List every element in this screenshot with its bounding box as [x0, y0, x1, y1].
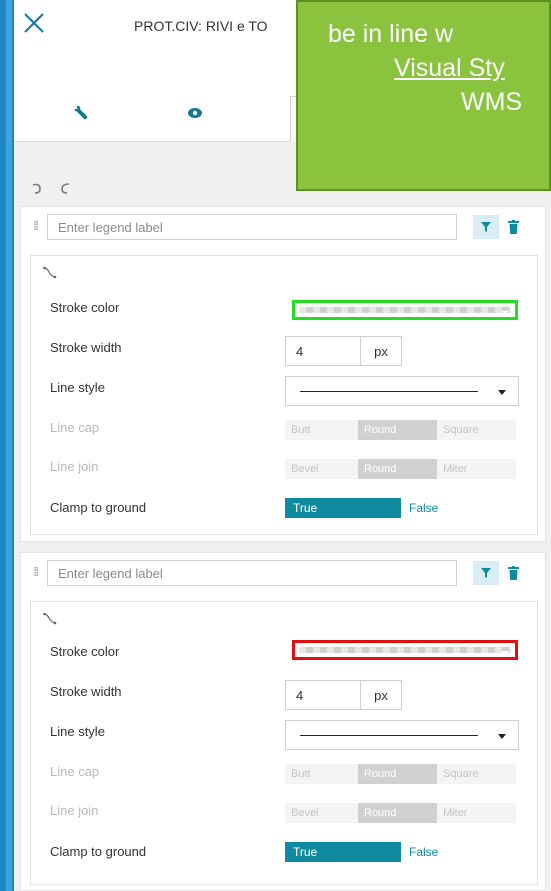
redo-icon	[61, 183, 70, 194]
line-join-selector: Bevel Round Miter	[285, 803, 516, 823]
wrench-icon	[74, 106, 88, 120]
stroke-width-label: Stroke width	[50, 340, 122, 355]
line-join-bevel: Bevel	[285, 459, 358, 479]
clamp-true-option[interactable]: True	[285, 842, 401, 862]
close-button[interactable]	[20, 8, 50, 38]
line-cap-label: Line cap	[50, 420, 100, 435]
redo-button[interactable]	[58, 180, 72, 199]
rule-header: ⁞⁞	[21, 553, 545, 593]
stroke-width-unit: px	[360, 336, 402, 366]
delete-rule-button[interactable]	[505, 562, 521, 584]
undo-button[interactable]	[30, 180, 44, 199]
line-symbol-icon	[43, 266, 57, 279]
stroke-width-input[interactable]	[285, 336, 361, 366]
trash-icon	[507, 566, 519, 580]
line-join-miter: Miter	[437, 803, 516, 823]
line-cap-round: Round	[358, 420, 437, 440]
layer-title: PROT.CIV: RIVI e TO	[134, 18, 268, 34]
line-style-label: Line style	[50, 724, 105, 739]
stroke-width-label: Stroke width	[50, 684, 122, 699]
line-cap-label: Line cap	[50, 764, 100, 779]
line-style-select[interactable]	[285, 376, 519, 406]
stroke-color-picker[interactable]	[292, 640, 518, 660]
stroke-color-label: Stroke color	[50, 644, 120, 659]
line-cap-butt: Butt	[285, 420, 358, 440]
tab-display[interactable]	[180, 98, 210, 128]
window-edge-highlight	[6, 0, 12, 891]
line-cap-selector: Butt Round Square	[285, 420, 516, 440]
line-join-round: Round	[358, 803, 437, 823]
stroke-width-input[interactable]	[285, 680, 361, 710]
close-icon	[24, 13, 44, 33]
clamp-to-ground-toggle: True False	[285, 842, 517, 862]
filter-button[interactable]	[473, 561, 499, 585]
delete-rule-button[interactable]	[505, 216, 521, 238]
style-rule-1: ⁞⁞ Stroke color	[20, 206, 546, 542]
clamp-true-option[interactable]: True	[285, 498, 401, 518]
line-join-bevel: Bevel	[285, 803, 358, 823]
annotation-callout: be in line w Visual Sty WMS	[296, 0, 551, 191]
chevron-down-icon	[501, 311, 509, 315]
clamp-to-ground-label: Clamp to ground	[50, 844, 147, 859]
line-style-label: Line style	[50, 380, 105, 395]
style-rule-2: ⁞⁞ Stroke color	[20, 552, 546, 891]
line-join-label: Line join	[50, 803, 99, 818]
line-symbol-icon	[43, 612, 57, 625]
filter-icon	[481, 568, 491, 578]
line-join-selector: Bevel Round Miter	[285, 459, 516, 479]
drag-handle-icon[interactable]: ⁞⁞	[33, 219, 39, 234]
clamp-to-ground-label: Clamp to ground	[50, 500, 147, 515]
line-symbolizer: Stroke color Stroke width px Line style …	[30, 601, 538, 885]
chevron-down-icon	[498, 390, 506, 395]
line-style-select[interactable]	[285, 720, 519, 750]
callout-text-line-1: be in line w	[328, 20, 454, 48]
solid-line-preview	[300, 735, 478, 736]
stroke-color-label: Stroke color	[50, 300, 120, 315]
undo-icon	[32, 183, 41, 194]
callout-text-line-3: WMS	[461, 88, 523, 116]
line-symbolizer: Stroke color Stroke width px Line style …	[30, 255, 538, 535]
line-cap-square: Square	[437, 420, 516, 440]
filter-icon	[481, 222, 491, 232]
drag-handle-icon[interactable]: ⁞⁞	[33, 565, 39, 580]
rule-header: ⁞⁞	[21, 207, 545, 247]
stroke-color-picker[interactable]	[292, 300, 518, 320]
line-cap-selector: Butt Round Square	[285, 764, 516, 784]
callout-link-visual-style[interactable]: Visual Sty	[394, 54, 505, 83]
legend-label-input[interactable]	[47, 214, 457, 240]
filter-button[interactable]	[473, 215, 499, 239]
trash-icon	[507, 220, 519, 234]
line-cap-round: Round	[358, 764, 437, 784]
clamp-false-option[interactable]: False	[401, 498, 517, 518]
solid-line-preview	[300, 391, 478, 392]
clamp-false-option[interactable]: False	[401, 842, 517, 862]
eye-icon	[188, 108, 202, 118]
line-join-miter: Miter	[437, 459, 516, 479]
line-join-round: Round	[358, 459, 437, 479]
line-cap-square: Square	[437, 764, 516, 784]
legend-label-input[interactable]	[47, 560, 457, 586]
clamp-to-ground-toggle: True False	[285, 498, 517, 518]
chevron-down-icon	[498, 734, 506, 739]
line-join-label: Line join	[50, 459, 99, 474]
line-cap-butt: Butt	[285, 764, 358, 784]
tab-settings[interactable]	[66, 98, 96, 128]
chevron-down-icon	[501, 651, 509, 655]
stroke-width-unit: px	[360, 680, 402, 710]
